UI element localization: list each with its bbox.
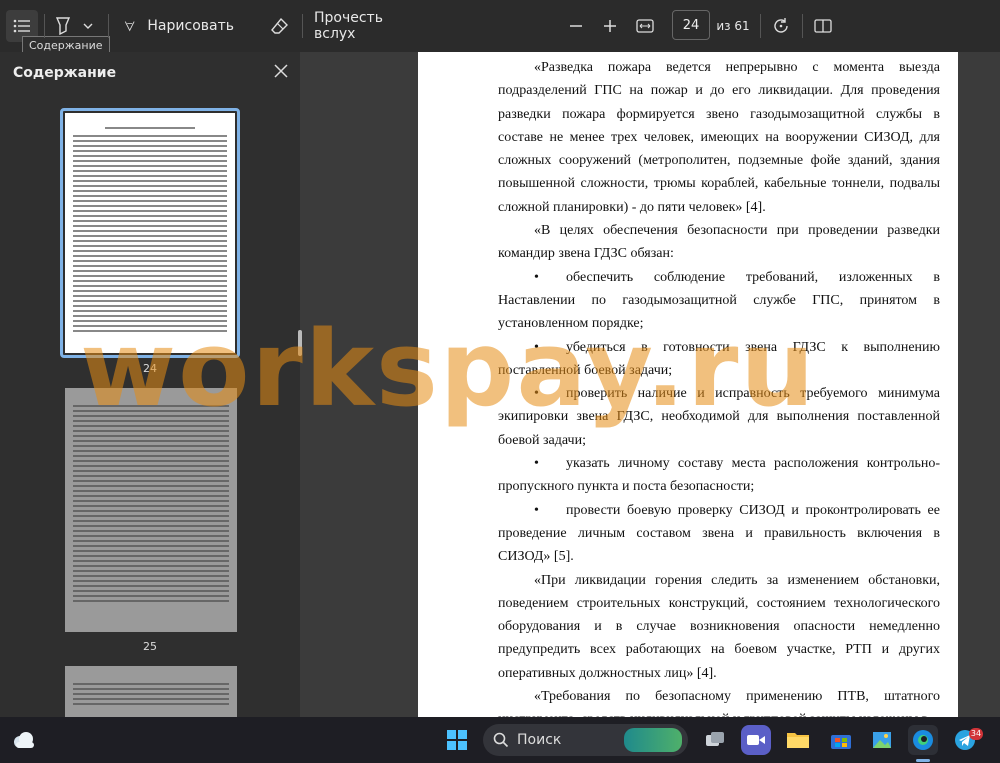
read-aloud-button[interactable]: Прочесть вслух [314,10,414,42]
paragraph: «Требования по безопасному применению ПТ… [498,689,940,717]
store-bag-icon [831,735,851,749]
document-viewer[interactable]: «Разведка пожара ведется непрерывно с мо… [302,52,1000,717]
paragraph: «При ликвидации горения следить за измен… [498,572,940,681]
edge-icon [913,730,933,750]
photos-icon [873,732,891,748]
minus-icon [570,25,582,27]
draw-label: Нарисовать [147,18,234,34]
divider [760,14,761,38]
taskbar-search[interactable]: Поиск [483,724,688,756]
search-highlight-image [624,728,682,752]
read-aloud-label: Прочесть вслух [314,10,383,42]
photos-app[interactable] [867,725,897,755]
page-total: из 61 [716,19,750,33]
plus-icon [604,20,616,32]
fit-width-icon [636,19,654,33]
meet-app[interactable] [741,725,771,755]
edge-browser-app[interactable] [908,725,938,755]
active-app-indicator [916,759,930,762]
rotate-button[interactable] [770,10,792,42]
document-page: «Разведка пожара ведется непрерывно с мо… [418,52,958,717]
zoom-out-button[interactable] [566,10,586,42]
draw-button[interactable]: Нарисовать [124,10,234,42]
folder-icon [787,733,809,748]
highlight-button[interactable] [52,10,74,42]
close-icon [274,64,288,78]
weather-widget[interactable] [8,725,38,755]
pen-icon [124,21,135,32]
paragraph: «Разведка пожара ведется непрерывно с мо… [498,60,940,215]
page-thumbnail-24[interactable] [65,113,235,353]
search-icon [493,732,509,748]
contents-panel: Содержание 24 25 [0,52,300,726]
bullet-item: обеспечить соблюдение требований, изложе… [498,266,940,336]
divider [802,14,803,38]
page-view-button[interactable] [812,10,834,42]
weather-cloud-icon [14,732,34,748]
close-panel-button[interactable] [270,60,292,82]
thumbnail-page-number: 25 [143,640,157,653]
bullet-item: убедиться в готовности звена ГДЗС к выпо… [498,336,940,383]
chevron-down-icon [83,23,93,29]
thumbnail-page-number: 24 [143,362,157,375]
notification-badge: 34 [969,728,983,740]
taskbar: Поиск [0,717,1000,763]
video-camera-icon [747,735,765,745]
windows-logo-icon [447,730,467,750]
divider [108,14,109,38]
page-number-input[interactable]: 24 [672,10,710,40]
page-thumbnail-25[interactable] [65,388,237,632]
toolbar: Содержание Нарисовать Прочесть вслух 24 … [0,0,1000,55]
page-text: «Разведка пожара ведется непрерывно с мо… [498,56,940,717]
bullet-item: провести боевую проверку СИЗОД и проконт… [498,499,940,569]
contents-title: Содержание [13,65,117,81]
zoom-in-button[interactable] [600,10,620,42]
file-explorer-app[interactable] [783,725,813,755]
list-icon [13,19,30,33]
eraser-icon [271,17,288,34]
paragraph: «В целях обеспечения безопасности при пр… [498,223,940,262]
fit-page-button[interactable] [634,10,656,42]
bullet-item: указать личному составу места расположен… [498,452,940,499]
eraser-button[interactable] [268,10,292,42]
divider [44,14,45,38]
bullet-item: проверить наличие и исправность требуемо… [498,382,940,452]
store-app[interactable] [826,725,856,755]
task-view-icon [706,732,724,746]
divider [302,14,303,38]
start-button[interactable] [442,725,472,755]
rotate-icon [774,18,788,33]
two-page-icon [814,19,832,33]
highlight-dropdown[interactable] [80,10,96,42]
task-view-button[interactable] [700,725,730,755]
highlighter-icon [55,17,71,35]
search-label: Поиск [517,732,562,748]
